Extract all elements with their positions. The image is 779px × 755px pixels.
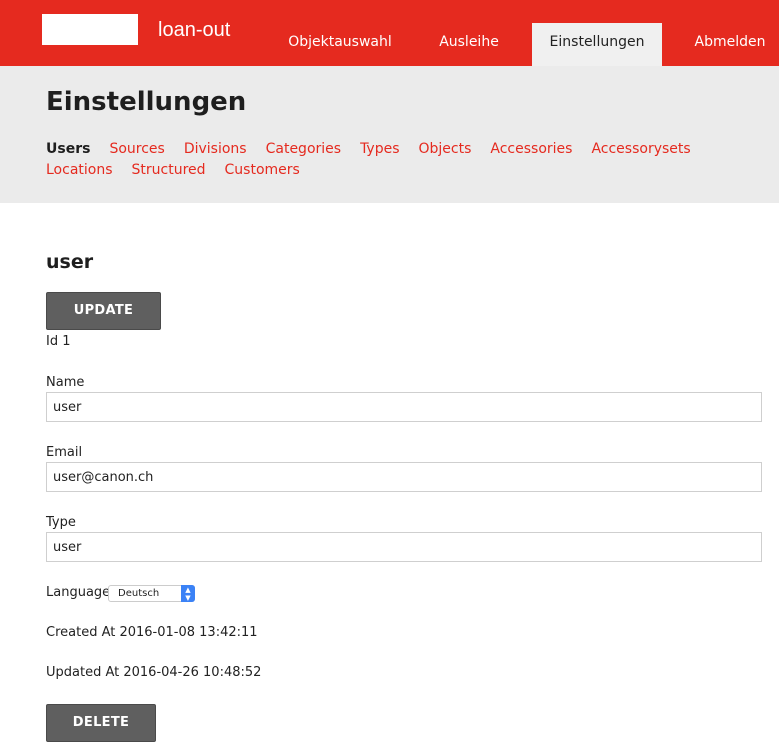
app-brand[interactable]: loan-out [158,19,230,42]
subnav-locations[interactable]: Locations [46,160,113,181]
nav-abmelden[interactable]: Abmelden [684,23,776,66]
nav-objektauswahl[interactable]: Objektauswahl [276,23,404,66]
record-title: user [46,251,94,273]
update-button[interactable]: UPDATE [46,292,161,330]
subnav-divisions[interactable]: Divisions [184,139,247,160]
name-label: Name [46,375,85,390]
top-bar: loan-out Objektauswahl Ausleihe Einstell… [0,0,779,66]
updated-at: Updated At 2016-04-26 10:48:52 [46,665,262,680]
language-selected-value: Deutsch [118,588,160,599]
nav-ausleihe[interactable]: Ausleihe [424,23,514,66]
select-updown-icon: ▲ ▼ [181,585,195,602]
email-label: Email [46,445,83,460]
record-id: Id 1 [46,334,71,349]
delete-button[interactable]: DELETE [46,704,156,742]
type-input[interactable] [46,532,762,562]
logo[interactable] [42,14,138,45]
email-input[interactable] [46,462,762,492]
language-select[interactable]: Deutsch ▲ ▼ [108,585,195,602]
type-label: Type [46,515,76,530]
subnav-objects[interactable]: Objects [419,139,472,160]
subnav-types[interactable]: Types [360,139,399,160]
subnav-users[interactable]: Users [46,139,90,160]
created-at: Created At 2016-01-08 13:42:11 [46,625,258,640]
name-input[interactable] [46,392,762,422]
subnav-structured[interactable]: Structured [132,160,206,181]
subnav-customers[interactable]: Customers [225,160,300,181]
subnav-categories[interactable]: Categories [266,139,341,160]
nav-einstellungen[interactable]: Einstellungen [532,23,662,66]
page-title: Einstellungen [46,87,247,117]
subnav-accessorysets[interactable]: Accessorysets [591,139,690,160]
subnav-sources[interactable]: Sources [109,139,164,160]
subnav-accessories[interactable]: Accessories [490,139,572,160]
settings-subnav: Users Sources Divisions Categories Types Obje… [46,139,776,181]
language-label: Language [46,585,111,600]
